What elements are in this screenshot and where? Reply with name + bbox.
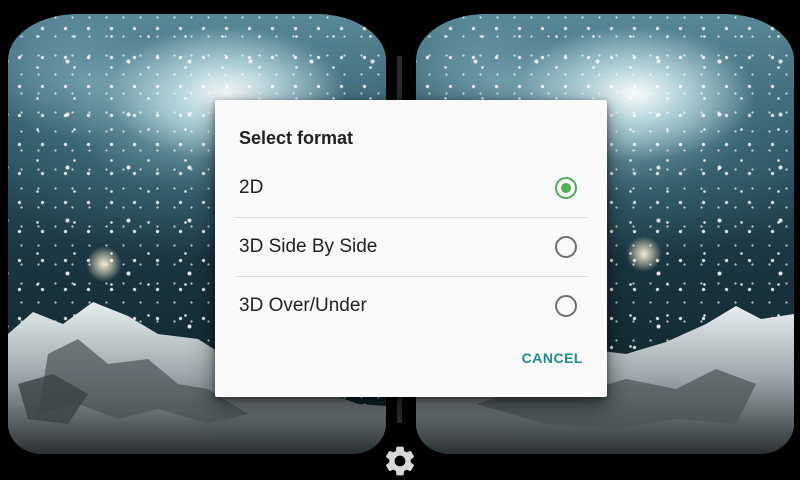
center-divider — [397, 56, 402, 100]
option-3d-over-under[interactable]: 3D Over/Under — [235, 277, 587, 335]
dialog-title: Select format — [239, 128, 354, 148]
center-divider — [397, 397, 402, 423]
option-label: 3D Over/Under — [239, 295, 367, 316]
option-3d-side-by-side[interactable]: 3D Side By Side — [235, 218, 587, 276]
vr-viewer-screen: Select format 2D 3D Side By Side 3D Over… — [0, 0, 800, 480]
radio-checked-icon[interactable] — [555, 177, 577, 199]
cancel-button[interactable]: CANCEL — [522, 350, 583, 366]
light-glow — [626, 236, 662, 272]
option-label: 3D Side By Side — [239, 236, 378, 257]
radio-unchecked-icon[interactable] — [555, 236, 577, 258]
radio-unchecked-icon[interactable] — [555, 295, 577, 317]
select-format-dialog: Select format 2D 3D Side By Side 3D Over… — [215, 100, 607, 397]
gear-icon[interactable] — [382, 443, 418, 479]
option-2d[interactable]: 2D — [235, 159, 587, 217]
light-glow — [86, 246, 122, 282]
option-label: 2D — [239, 177, 264, 198]
